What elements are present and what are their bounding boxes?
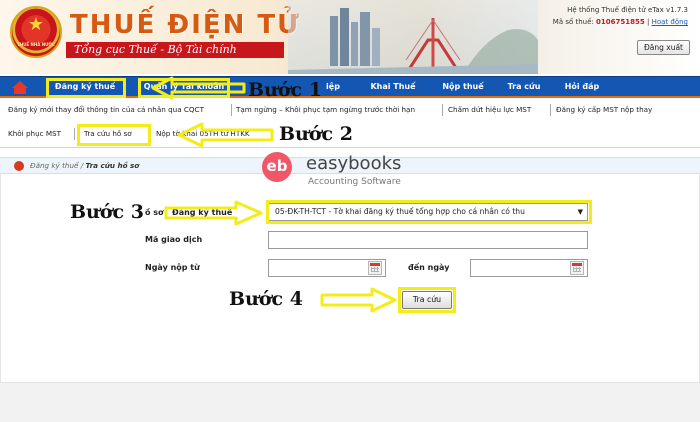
arrow-right-icon [320,287,397,313]
from-date-calendar-icon[interactable] [368,261,382,275]
highlight-step2-submenu [77,124,151,146]
highlight-step4-button [398,287,456,313]
breadcrumb-icon [14,161,24,171]
step-1-label: Bước 1 [248,79,322,101]
nav-item-truncated[interactable]: iệp [318,77,348,97]
subnav-cham-dut-hieu-luc[interactable]: Chấm dứt hiệu lực MST [448,105,531,114]
arrow-left-icon [151,76,246,100]
highlight-step3-select [266,200,592,224]
subnav-dang-ky-cap-mst[interactable]: Đăng ký cấp MST nộp thay [556,105,652,114]
subnav-tam-ngung[interactable]: Tạm ngừng – Khôi phục tạm ngừng trước th… [236,105,415,114]
document-type-label: ồ sơ [145,208,164,217]
step-3-label: Bước 3 [70,201,144,223]
breadcrumb-separator: / [80,161,84,170]
watermark-name: easybooks [306,153,402,174]
breadcrumb-parent[interactable]: Đăng ký thuế [30,161,78,170]
tax-id-line: Mã số thuế: 0106751855 | Hoạt động [552,18,688,26]
step-2-label: Bước 2 [279,123,353,145]
nav-item-hoi-dap[interactable]: Hỏi đáp [560,77,604,97]
subnav-divider [550,104,551,116]
from-date-label: Ngày nộp từ [145,263,200,272]
subnav-divider [442,104,443,116]
brand-title: THUẾ ĐIỆN TỬ [70,10,301,40]
subnav-divider [74,128,75,140]
to-date-calendar-icon[interactable] [570,261,584,275]
nav-item-khai-thue[interactable]: Khai Thuế [362,77,424,97]
nav-item-tra-cuu[interactable]: Tra cứu [500,77,548,97]
step-4-label: Bước 4 [229,288,303,310]
subnav-divider [231,104,232,116]
home-icon[interactable] [4,77,36,97]
transaction-code-input[interactable] [268,231,588,249]
star-icon: ★ [27,14,45,35]
subnav-dang-ky-moi[interactable]: Đăng ký mới thay đổi thông tin của cá nh… [8,105,204,114]
system-version: Hệ thống Thuế điện tử eTax v1.7.3 [567,6,688,14]
logout-button[interactable]: Đăng xuất [636,40,690,55]
breadcrumb-current: Tra cứu hồ sơ [85,161,140,170]
brand-subtitle: Tổng cục Thuế - Bộ Tài chính [66,42,284,58]
cityscape-banner-image [288,0,538,74]
site-header: ★ THUẾ NHÀ NƯỚC THUẾ ĐIỆN TỬ Tổng cục Th… [0,0,700,74]
activity-link[interactable]: Hoạt động [652,18,688,26]
arrow-left-icon [177,122,274,148]
tax-id-label: Mã số thuế: [552,18,594,26]
page-footer-area [0,382,700,422]
highlight-step1-menu [46,78,126,98]
arrow-right-icon [164,200,263,226]
to-date-label: đến ngày [408,263,450,272]
subnav-khoi-phuc-mst[interactable]: Khôi phục MST [8,129,61,138]
account-meta: Hệ thống Thuế điện tử eTax v1.7.3 Mã số … [553,4,688,28]
tax-id-value: 0106751855 [596,18,645,26]
tax-emblem-logo: ★ THUẾ NHÀ NƯỚC [10,6,62,58]
nav-item-nop-thue[interactable]: Nộp thuế [436,77,490,97]
home-icon-glyph [12,81,28,94]
transaction-code-label: Mã giao dịch [145,235,203,244]
